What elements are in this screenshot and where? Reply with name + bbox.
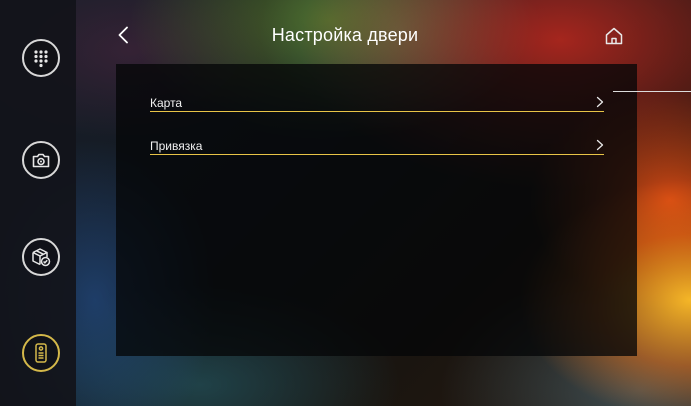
menu-item-card[interactable]: Карта [150, 72, 604, 112]
camera-settings-icon [32, 153, 50, 168]
home-button[interactable] [603, 25, 625, 47]
sidebar-item-camera-settings[interactable] [22, 141, 60, 179]
sidebar-item-keypad[interactable] [22, 39, 60, 77]
menu-item-binding[interactable]: Привязка [150, 115, 604, 155]
annotation-pointer-line [613, 91, 691, 92]
sidebar-item-intercom[interactable] [22, 334, 60, 372]
menu-item-label: Привязка [150, 139, 203, 153]
sidebar [0, 0, 76, 406]
page-title: Настройка двери [271, 25, 419, 45]
home-icon [605, 27, 623, 45]
chevron-right-icon [596, 96, 604, 108]
sidebar-item-package[interactable] [22, 238, 60, 276]
keypad-icon [34, 50, 48, 68]
back-button[interactable] [114, 24, 132, 46]
chevron-left-icon [118, 26, 128, 44]
door-settings-screen: Настройка двери Карта Привязка [0, 0, 691, 406]
package-check-icon [32, 248, 51, 267]
chevron-right-icon [596, 139, 604, 151]
menu-item-label: Карта [150, 96, 183, 110]
intercom-panel-icon [35, 343, 47, 363]
settings-panel: Карта Привязка [116, 64, 637, 356]
